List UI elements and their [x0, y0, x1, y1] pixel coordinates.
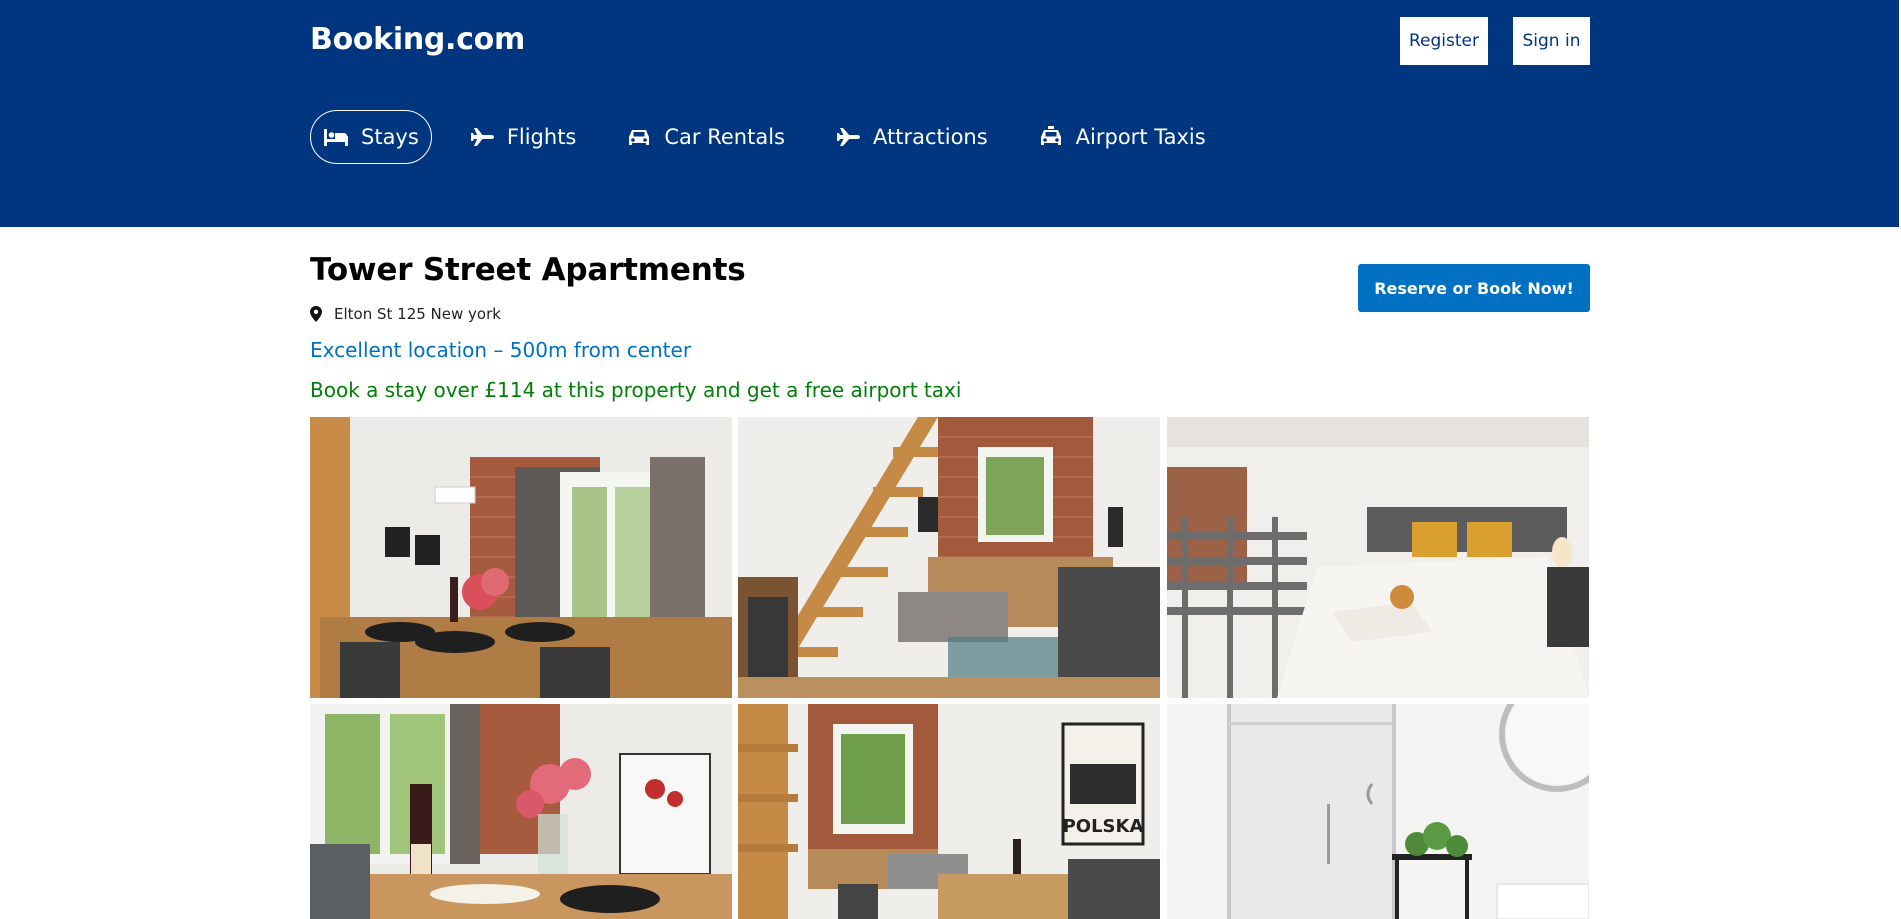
plane-icon — [835, 126, 861, 148]
bedroom-photo[interactable] — [1167, 417, 1589, 698]
nav-item-label: Car Rentals — [664, 125, 785, 149]
hotel-title: Tower Street Apartments — [310, 252, 746, 288]
nav-item-label: Flights — [506, 125, 577, 149]
nav-item-car-rentals[interactable]: Car Rentals — [613, 110, 798, 164]
register-button[interactable]: Register — [1400, 17, 1488, 65]
reserve-button[interactable]: Reserve or Book Now! — [1358, 264, 1590, 312]
hotel-address: Elton St 125 New york — [310, 305, 501, 323]
taxi-icon — [1038, 126, 1064, 148]
nav-item-attractions[interactable]: Attractions — [822, 110, 1001, 164]
living-room-poster-photo[interactable]: POLSKA — [738, 704, 1160, 919]
site-header: Booking.com Register Sign in Stays Fligh… — [0, 0, 1899, 227]
address-text: Elton St 125 New york — [334, 305, 501, 323]
main-nav: Stays Flights Car Rentals Attractions Ai… — [310, 110, 1243, 164]
nav-item-flights[interactable]: Flights — [456, 110, 590, 164]
dining-room-photo[interactable] — [310, 417, 732, 698]
nav-item-airport-taxis[interactable]: Airport Taxis — [1025, 110, 1219, 164]
sign-in-button[interactable]: Sign in — [1513, 17, 1590, 65]
bed-icon — [323, 126, 349, 148]
photo-gallery: POLSKA — [310, 417, 1590, 919]
location-pin-icon — [310, 306, 322, 322]
poster-text: POLSKA — [1063, 816, 1144, 837]
nav-item-stays[interactable]: Stays — [310, 110, 432, 164]
car-icon — [626, 126, 652, 148]
site-logo[interactable]: Booking.com — [310, 22, 525, 57]
nav-item-label: Airport Taxis — [1075, 125, 1206, 149]
dining-table-flowers-photo[interactable] — [310, 704, 732, 919]
living-room-staircase-photo[interactable] — [738, 417, 1160, 698]
nav-item-label: Attractions — [872, 125, 988, 149]
nav-item-label: Stays — [361, 125, 419, 149]
bathroom-photo[interactable] — [1167, 704, 1589, 919]
location-highlight: Excellent location – 500m from center — [310, 338, 692, 362]
taxi-promo: Book a stay over £114 at this property a… — [310, 378, 962, 402]
plane-icon — [469, 126, 495, 148]
